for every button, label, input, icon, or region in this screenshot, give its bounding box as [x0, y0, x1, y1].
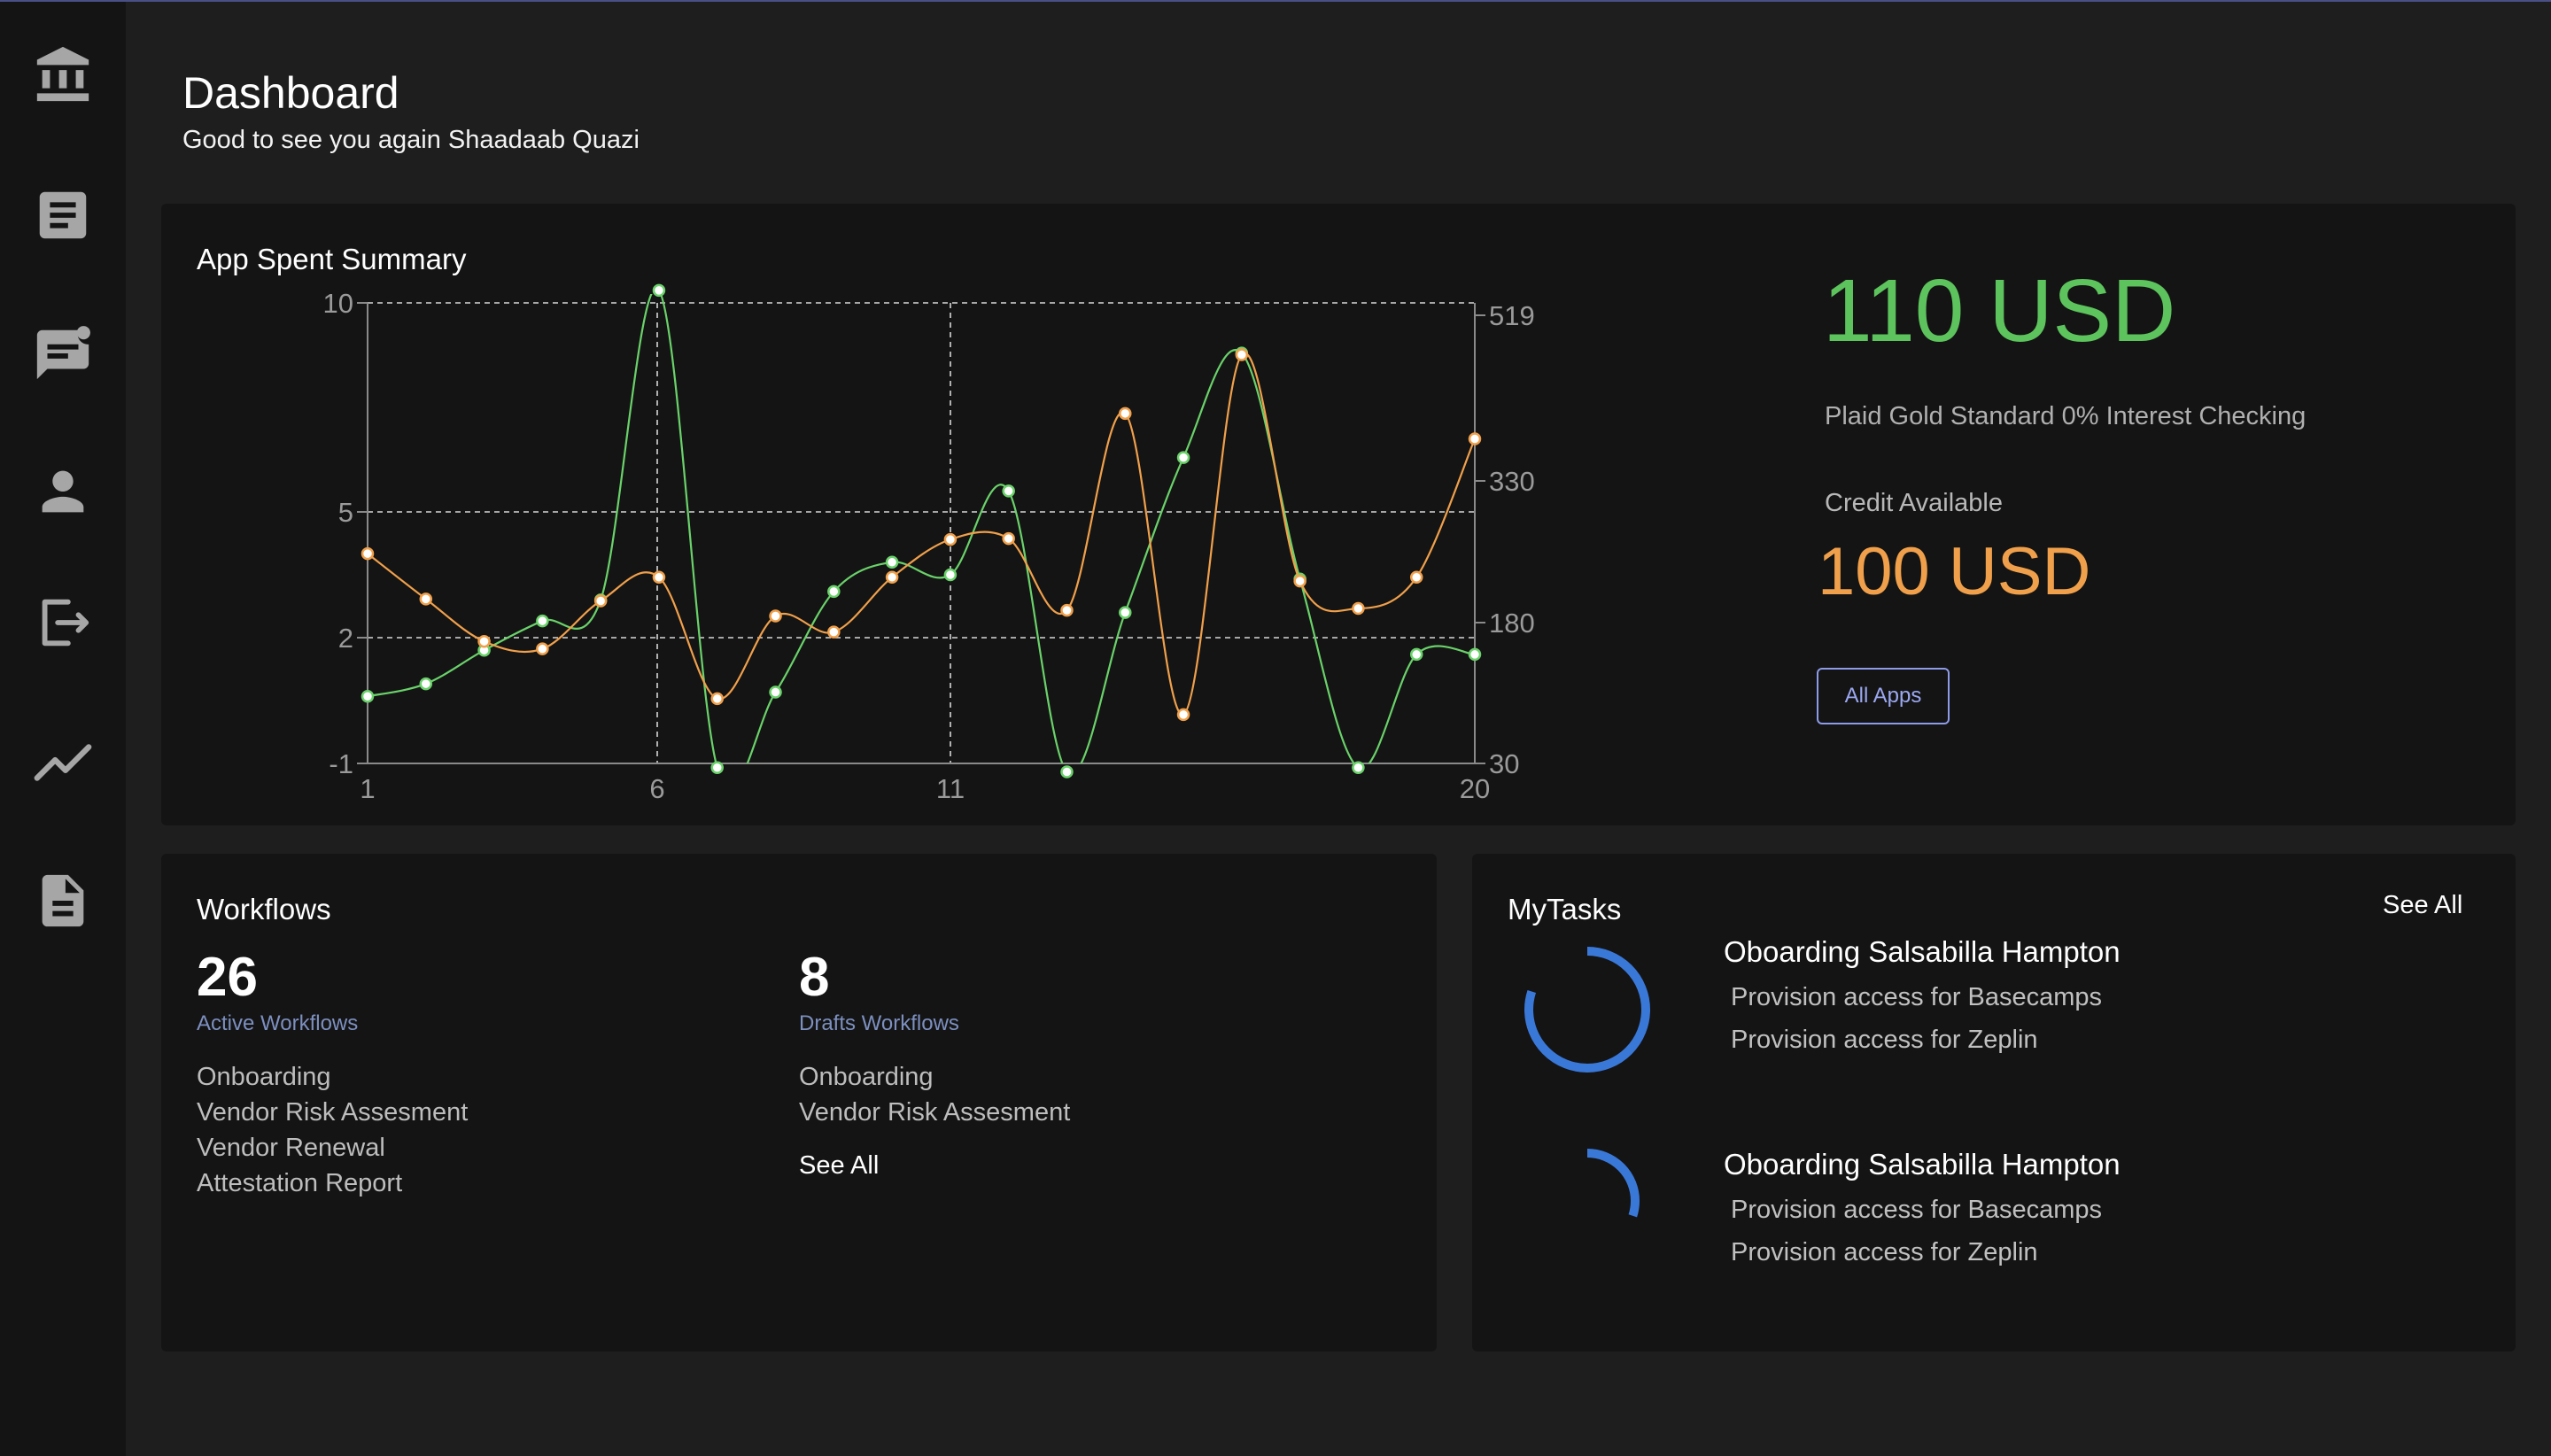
data-point — [419, 592, 433, 606]
list-item[interactable]: Vendor Risk Assesment — [197, 1095, 468, 1130]
draft-workflows-list: Onboarding Vendor Risk Assesment — [799, 1059, 1070, 1130]
workflows-see-all-link[interactable]: See All — [799, 1151, 879, 1181]
data-point — [769, 609, 782, 623]
credit-label: Credit Available — [1825, 489, 2003, 517]
mytasks-title: MyTasks — [1508, 893, 1622, 925]
data-point — [593, 594, 608, 608]
data-point — [1468, 432, 1482, 445]
sidebar — [0, 2, 126, 1456]
y-tick-label-right: 180 — [1489, 608, 1535, 639]
data-point — [827, 625, 841, 639]
data-point — [769, 685, 782, 699]
data-point — [710, 761, 724, 774]
logout-icon[interactable] — [32, 592, 94, 654]
y-tick-label-right: 519 — [1489, 300, 1535, 331]
active-workflows-list: Onboarding Vendor Risk Assesment Vendor … — [197, 1059, 468, 1201]
tasks-see-all-link[interactable]: See All — [2383, 891, 2462, 920]
page-title: Dashboard — [182, 68, 399, 118]
mytasks-card: MyTasks See All Oboarding Salsabilla Ham… — [1472, 854, 2516, 1351]
data-point — [1060, 603, 1074, 617]
data-point — [1060, 765, 1074, 778]
x-tick-label: 11 — [936, 773, 965, 804]
y-tick-label-right: 330 — [1489, 466, 1535, 497]
y-tick-label-left: 10 — [323, 288, 353, 319]
active-workflows-label: Active Workflows — [197, 1011, 359, 1035]
y-tick-label-left: 5 — [338, 497, 353, 528]
data-point — [1352, 761, 1365, 774]
spend-chart: 10 5 2 -1 519 330 180 30 1 6 11 20 — [323, 283, 1535, 804]
data-point — [1002, 531, 1015, 546]
series-line — [368, 352, 1475, 716]
x-tick-label: 20 — [1460, 773, 1490, 804]
data-point — [1235, 348, 1249, 361]
account-name: Plaid Gold Standard 0% Interest Checking — [1825, 402, 2307, 430]
task-title[interactable]: Oboarding Salsabilla Hampton — [1724, 935, 2121, 969]
data-point — [419, 677, 433, 691]
data-point — [1176, 451, 1190, 464]
progress-arc — [1535, 1149, 1640, 1253]
data-point — [361, 690, 375, 703]
list-item[interactable]: Attestation Report — [197, 1166, 468, 1201]
list-item[interactable]: Onboarding — [799, 1059, 1070, 1095]
data-point — [710, 692, 724, 706]
data-point — [1002, 484, 1015, 498]
file-icon[interactable] — [32, 870, 94, 932]
document-icon[interactable] — [32, 184, 94, 246]
data-point — [1468, 647, 1482, 662]
y-tick-label-right: 30 — [1489, 748, 1519, 779]
task-subitem[interactable]: Provision access for Zeplin — [1731, 1238, 2038, 1267]
y-tick-label-left: -1 — [329, 748, 353, 779]
app-spent-summary-card: App Spent Summary 10 5 2 -1 519 330 180 30 1 6 11 2… — [161, 204, 2516, 825]
data-point — [1409, 570, 1423, 585]
data-point — [885, 555, 899, 569]
draft-workflows-count: 8 — [799, 947, 830, 1008]
data-point — [1119, 407, 1132, 421]
data-point — [1293, 574, 1307, 588]
data-point — [827, 585, 841, 599]
feedback-icon[interactable] — [32, 322, 94, 384]
person-icon[interactable] — [32, 461, 94, 523]
data-point — [1176, 708, 1190, 722]
data-point — [1409, 647, 1423, 662]
x-tick-label: 6 — [649, 773, 664, 804]
data-point — [477, 634, 491, 648]
series-line — [368, 294, 1475, 763]
data-point — [536, 642, 549, 655]
x-tick-label: 1 — [360, 773, 375, 804]
top-accent-line — [0, 0, 2551, 2]
list-item[interactable]: Vendor Renewal — [197, 1130, 468, 1166]
data-point — [1352, 601, 1365, 616]
workflows-card: Workflows 26 Active Workflows Onboarding… — [161, 854, 1437, 1351]
page-subtitle: Good to see you again Shaadaab Quazi — [182, 126, 640, 154]
data-point — [536, 614, 549, 628]
list-item[interactable]: Vendor Risk Assesment — [799, 1095, 1070, 1130]
task-subitem[interactable]: Provision access for Basecamps — [1731, 983, 2102, 1012]
progress-arc — [1524, 947, 1650, 1073]
task-progress-ring — [1535, 1149, 1640, 1253]
draft-workflows-label: Drafts Workflows — [799, 1011, 959, 1035]
data-point — [885, 570, 899, 585]
all-apps-button[interactable]: All Apps — [1817, 668, 1950, 724]
task-subitem[interactable]: Provision access for Zeplin — [1731, 1026, 2038, 1055]
task-title[interactable]: Oboarding Salsabilla Hampton — [1724, 1148, 2121, 1181]
data-point — [943, 568, 958, 582]
data-point — [652, 570, 666, 585]
active-workflows-count: 26 — [197, 947, 258, 1008]
bank-icon[interactable] — [32, 44, 94, 106]
task-subitem[interactable]: Provision access for Basecamps — [1731, 1196, 2102, 1225]
task-progress-ring — [1524, 947, 1650, 1073]
workflows-title: Workflows — [197, 893, 331, 925]
credit-amount: 100 USD — [1818, 534, 2091, 609]
data-point — [361, 546, 375, 561]
trending-icon[interactable] — [32, 732, 94, 794]
data-point — [652, 283, 666, 298]
list-item[interactable]: Onboarding — [197, 1059, 468, 1095]
y-tick-label-left: 2 — [338, 623, 353, 654]
spent-amount: 110 USD — [1823, 261, 2176, 360]
data-point — [1119, 606, 1132, 619]
data-point — [943, 532, 958, 546]
